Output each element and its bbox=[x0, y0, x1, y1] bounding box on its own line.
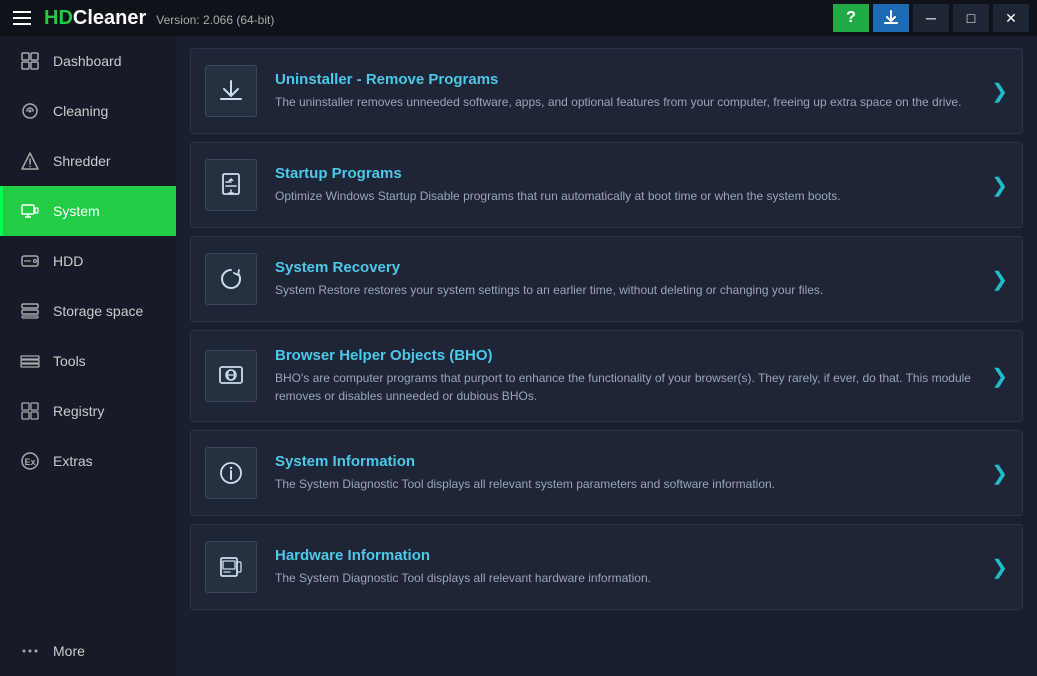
startup-title: Startup Programs bbox=[275, 165, 973, 182]
bho-text: Browser Helper Objects (BHO) BHO's are c… bbox=[275, 347, 973, 405]
storage-icon bbox=[19, 300, 41, 322]
help-button[interactable]: ? bbox=[833, 4, 869, 32]
dashboard-icon bbox=[19, 50, 41, 72]
logo-cleaner: Cleaner bbox=[73, 7, 146, 29]
startup-desc: Optimize Windows Startup Disable program… bbox=[275, 187, 973, 205]
registry-icon bbox=[19, 400, 41, 422]
system-recovery-title: System Recovery bbox=[275, 259, 973, 276]
hardware-info-icon bbox=[205, 541, 257, 593]
app-version: Version: 2.066 (64-bit) bbox=[156, 13, 274, 27]
card-startup[interactable]: Startup Programs Optimize Windows Startu… bbox=[190, 142, 1023, 228]
sidebar-item-tools[interactable]: Tools bbox=[0, 336, 176, 386]
hardware-info-title: Hardware Information bbox=[275, 547, 973, 564]
sidebar-label-tools: Tools bbox=[53, 353, 86, 369]
sidebar-item-dashboard[interactable]: Dashboard bbox=[0, 36, 176, 86]
close-button[interactable]: ✕ bbox=[993, 4, 1029, 32]
hardware-info-arrow: ❯ bbox=[991, 555, 1008, 580]
bho-desc: BHO's are computer programs that purport… bbox=[275, 369, 973, 405]
sidebar-item-extras[interactable]: Ex Extras bbox=[0, 436, 176, 486]
uninstaller-title: Uninstaller - Remove Programs bbox=[275, 71, 973, 88]
cleaning-icon bbox=[19, 100, 41, 122]
uninstaller-icon bbox=[205, 65, 257, 117]
logo-hd: HD bbox=[44, 7, 73, 29]
card-uninstaller[interactable]: Uninstaller - Remove Programs The uninst… bbox=[190, 48, 1023, 134]
minimize-button[interactable]: ─ bbox=[913, 4, 949, 32]
uninstaller-text: Uninstaller - Remove Programs The uninst… bbox=[275, 71, 973, 111]
system-info-text: System Information The System Diagnostic… bbox=[275, 453, 973, 493]
system-info-desc: The System Diagnostic Tool displays all … bbox=[275, 475, 973, 493]
bho-title: Browser Helper Objects (BHO) bbox=[275, 347, 973, 364]
sidebar-label-hdd: HDD bbox=[53, 253, 83, 269]
system-info-arrow: ❯ bbox=[991, 461, 1008, 486]
system-info-title: System Information bbox=[275, 453, 973, 470]
more-icon bbox=[19, 640, 41, 662]
card-bho[interactable]: Browser Helper Objects (BHO) BHO's are c… bbox=[190, 330, 1023, 422]
startup-icon bbox=[205, 159, 257, 211]
uninstaller-desc: The uninstaller removes unneeded softwar… bbox=[275, 93, 973, 111]
startup-text: Startup Programs Optimize Windows Startu… bbox=[275, 165, 973, 205]
sidebar-label-dashboard: Dashboard bbox=[53, 53, 122, 69]
titlebar: HDCleaner Version: 2.066 (64-bit) ? ─ □ … bbox=[0, 0, 1037, 36]
sidebar-item-registry[interactable]: Registry bbox=[0, 386, 176, 436]
system-recovery-text: System Recovery System Restore restores … bbox=[275, 259, 973, 299]
tools-icon bbox=[19, 350, 41, 372]
hardware-info-text: Hardware Information The System Diagnost… bbox=[275, 547, 973, 587]
sidebar-item-hdd[interactable]: HDD bbox=[0, 236, 176, 286]
svg-text:Ex: Ex bbox=[24, 457, 35, 467]
sidebar-label-storage: Storage space bbox=[53, 303, 143, 319]
system-icon bbox=[19, 200, 41, 222]
content-area: Uninstaller - Remove Programs The uninst… bbox=[176, 36, 1037, 676]
sidebar-label-system: System bbox=[53, 203, 100, 219]
main-layout: Dashboard Cleaning Shredder bbox=[0, 36, 1037, 676]
bho-icon bbox=[205, 350, 257, 402]
card-hardware-info[interactable]: Hardware Information The System Diagnost… bbox=[190, 524, 1023, 610]
sidebar-item-storage[interactable]: Storage space bbox=[0, 286, 176, 336]
sidebar-item-system[interactable]: System bbox=[0, 186, 176, 236]
system-recovery-icon bbox=[205, 253, 257, 305]
sidebar-label-more: More bbox=[53, 643, 85, 659]
system-recovery-arrow: ❯ bbox=[991, 267, 1008, 292]
sidebar-label-extras: Extras bbox=[53, 453, 93, 469]
uninstaller-arrow: ❯ bbox=[991, 79, 1008, 104]
system-info-icon bbox=[205, 447, 257, 499]
bho-arrow: ❯ bbox=[991, 364, 1008, 389]
card-system-recovery[interactable]: System Recovery System Restore restores … bbox=[190, 236, 1023, 322]
maximize-button[interactable]: □ bbox=[953, 4, 989, 32]
card-system-info[interactable]: System Information The System Diagnostic… bbox=[190, 430, 1023, 516]
hdd-icon bbox=[19, 250, 41, 272]
sidebar-item-shredder[interactable]: Shredder bbox=[0, 136, 176, 186]
app-logo: HDCleaner bbox=[44, 7, 146, 30]
sidebar-item-cleaning[interactable]: Cleaning bbox=[0, 86, 176, 136]
download-button[interactable] bbox=[873, 4, 909, 32]
startup-arrow: ❯ bbox=[991, 173, 1008, 198]
sidebar-label-shredder: Shredder bbox=[53, 153, 111, 169]
sidebar: Dashboard Cleaning Shredder bbox=[0, 36, 176, 676]
sidebar-item-more[interactable]: More bbox=[0, 626, 176, 676]
hardware-info-desc: The System Diagnostic Tool displays all … bbox=[275, 569, 973, 587]
shredder-icon bbox=[19, 150, 41, 172]
menu-button[interactable] bbox=[8, 4, 36, 32]
sidebar-label-cleaning: Cleaning bbox=[53, 103, 108, 119]
sidebar-label-registry: Registry bbox=[53, 403, 104, 419]
window-controls: ? ─ □ ✕ bbox=[833, 4, 1029, 32]
system-recovery-desc: System Restore restores your system sett… bbox=[275, 281, 973, 299]
extras-icon: Ex bbox=[19, 450, 41, 472]
